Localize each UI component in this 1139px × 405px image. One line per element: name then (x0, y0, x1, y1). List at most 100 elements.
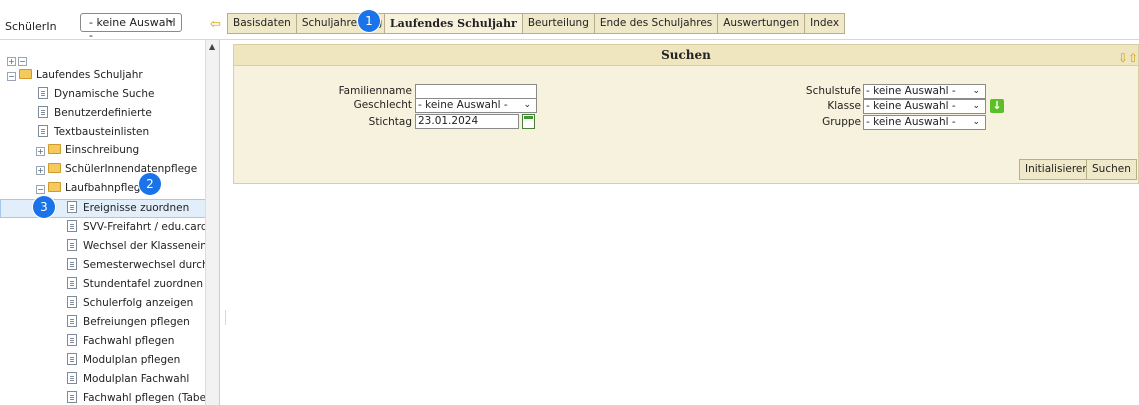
chevron-down-icon: ⌄ (166, 15, 175, 26)
schulstufe-select[interactable]: - keine Auswahl - ⌄ (863, 84, 986, 99)
document-icon (67, 220, 77, 232)
folder-icon (48, 163, 61, 173)
document-icon (67, 353, 77, 365)
document-icon (67, 258, 77, 270)
student-select-value: - keine Auswahl - (89, 16, 176, 42)
tree-label: Fachwahl pflegen (83, 335, 175, 347)
tree-item-benutzerdefinierte[interactable]: Benutzerdefinierte (38, 106, 152, 124)
geschlecht-select-value: - keine Auswahl - (418, 99, 508, 111)
green-down-arrow-icon[interactable]: ↓ (990, 99, 1004, 113)
tab-laufendes-schuljahr[interactable]: Laufendes Schuljahr (383, 13, 523, 34)
tab-ende-des-schuljahres[interactable]: Ende des Schuljahres (593, 13, 719, 34)
tree-item-fachwahl-pflegen[interactable]: Fachwahl pflegen (67, 334, 174, 352)
step-badge-3: 3 (33, 196, 55, 218)
tree-item-wechsel-klasseneinteilung[interactable]: Wechsel der Klasseneinteilun (67, 239, 206, 257)
step-badge-1: 1 (358, 10, 380, 32)
tree-label: Benutzerdefinierte (54, 107, 152, 119)
suchen-button[interactable]: Suchen (1086, 159, 1137, 180)
expand-icon[interactable]: + (36, 147, 45, 156)
initialisieren-button[interactable]: Initialisieren (1019, 159, 1096, 180)
gruppe-select-value: - keine Auswahl - (866, 116, 956, 128)
tab-index[interactable]: Index (804, 13, 846, 34)
stichtag-label: Stichtag (368, 116, 412, 128)
tree-label: Modulplan pflegen (83, 354, 181, 366)
folder-open-icon (19, 69, 32, 79)
tree-label: Fachwahl pflegen (Tabelle) (83, 392, 206, 404)
document-icon (67, 315, 77, 327)
search-panel: Suchen ⇩⇧ Familienname Geschlecht - kein… (233, 44, 1139, 184)
tree-label: SchülerInnendatenpflege (65, 163, 198, 175)
chevron-down-icon: ⌄ (972, 101, 980, 111)
student-select[interactable]: - keine Auswahl - ⌄ (80, 13, 182, 42)
folder-open-icon (48, 182, 61, 192)
tree-node-schuelerinnendatenpflege[interactable]: + SchülerInnendatenpflege (36, 163, 197, 181)
minimize-icon[interactable]: ⇩ (1118, 51, 1128, 65)
tree-label: Semesterwechsel durchführe (83, 259, 206, 271)
step-badge-2: 2 (139, 173, 161, 195)
navigation-tree: + − − Laufendes Schuljahr Dynamische Such… (0, 40, 220, 405)
klasse-select[interactable]: - keine Auswahl - ⌄ (863, 99, 986, 114)
collapse-icon[interactable]: − (36, 185, 45, 194)
tree-label: Ereignisse zuordnen (83, 202, 190, 214)
tab-beurteilung[interactable]: Beurteilung (521, 13, 595, 34)
tree-label: Stundentafel zuordnen (83, 278, 203, 290)
tree-item-stundentafel-zuordnen[interactable]: Stundentafel zuordnen (67, 277, 203, 295)
document-icon (67, 391, 77, 403)
tree-label: Wechsel der Klasseneinteilun (83, 240, 206, 252)
tree-item-modulplan-fachwahl[interactable]: Modulplan Fachwahl (67, 372, 189, 390)
document-icon (38, 106, 48, 118)
tree-item-svv-freifahrt[interactable]: SVV-Freifahrt / edu.card dru (67, 220, 206, 238)
calendar-icon[interactable] (522, 114, 535, 129)
chevron-down-icon: ⌄ (523, 100, 531, 110)
tree-item-schulerfolg-anzeigen[interactable]: Schulerfolg anzeigen (67, 296, 193, 314)
klasse-select-value: - keine Auswahl - (866, 100, 956, 112)
schulstufe-select-value: - keine Auswahl - (866, 85, 956, 97)
schulstufe-label: Schulstufe (805, 85, 861, 97)
student-label: SchülerIn (5, 20, 57, 33)
tree-label: Modulplan Fachwahl (83, 373, 190, 385)
tree-node-laufendes-schuljahr[interactable]: − Laufendes Schuljahr (7, 69, 143, 87)
back-arrow-icon[interactable]: ⇦ (210, 17, 221, 32)
tree-scrollbar[interactable]: ▲ (205, 40, 219, 405)
tree-node-laufbahnpflege[interactable]: − Laufbahnpflege (36, 182, 147, 200)
collapse-all-icon[interactable]: − (18, 57, 27, 66)
tree-item-fachwahl-pflegen-tabelle[interactable]: Fachwahl pflegen (Tabelle) (67, 391, 206, 405)
familienname-label: Familienname (338, 85, 412, 97)
tree-node-einschreibung[interactable]: + Einschreibung (36, 144, 139, 162)
document-icon (67, 201, 77, 213)
geschlecht-select[interactable]: - keine Auswahl - ⌄ (415, 98, 537, 113)
tree-item-modulplan-pflegen[interactable]: Modulplan pflegen (67, 353, 180, 371)
tree-item-befreiungen-pflegen[interactable]: Befreiungen pflegen (67, 315, 190, 333)
tree-label: Einschreibung (65, 144, 140, 156)
familienname-input[interactable] (415, 84, 537, 99)
tree-label: Laufendes Schuljahr (36, 69, 143, 81)
top-bar: SchülerIn - keine Auswahl - ⌄ ⇦ Basisdat… (0, 0, 1139, 42)
expand-icon[interactable]: + (36, 166, 45, 175)
chevron-down-icon: ⌄ (972, 117, 980, 127)
tab-auswertungen[interactable]: Auswertungen (717, 13, 806, 34)
document-icon (38, 125, 48, 137)
document-icon (38, 87, 48, 99)
pane-splitter[interactable] (225, 310, 227, 325)
tab-basisdaten[interactable]: Basisdaten (227, 13, 297, 34)
search-panel-header: Suchen ⇩⇧ (234, 45, 1138, 66)
module-tabs: Basisdaten Schuljahresbeg Laufendes Schu… (227, 13, 846, 34)
tree-label: Dynamische Suche (54, 88, 155, 100)
folder-icon (48, 144, 61, 154)
tree-item-ereignisse-zuordnen[interactable]: Ereignisse zuordnen (0, 199, 206, 218)
tree-label: Schulerfolg anzeigen (83, 297, 194, 309)
document-icon (67, 296, 77, 308)
gruppe-select[interactable]: - keine Auswahl - ⌄ (863, 115, 986, 130)
tree-item-semesterwechsel[interactable]: Semesterwechsel durchführe (67, 258, 206, 276)
chevron-down-icon: ⌄ (972, 86, 980, 96)
panel-title: Suchen (661, 48, 711, 62)
expand-all-icon[interactable]: + (7, 57, 16, 66)
stichtag-input[interactable]: 23.01.2024 (415, 114, 519, 129)
collapse-icon[interactable]: − (7, 72, 16, 81)
document-icon (67, 277, 77, 289)
tree-item-dynamische-suche[interactable]: Dynamische Suche (38, 87, 154, 105)
maximize-icon[interactable]: ⇧ (1128, 51, 1138, 65)
document-icon (67, 372, 77, 384)
tree-item-textbausteinlisten[interactable]: Textbausteinlisten (38, 125, 149, 143)
scroll-up-icon[interactable]: ▲ (209, 42, 215, 51)
